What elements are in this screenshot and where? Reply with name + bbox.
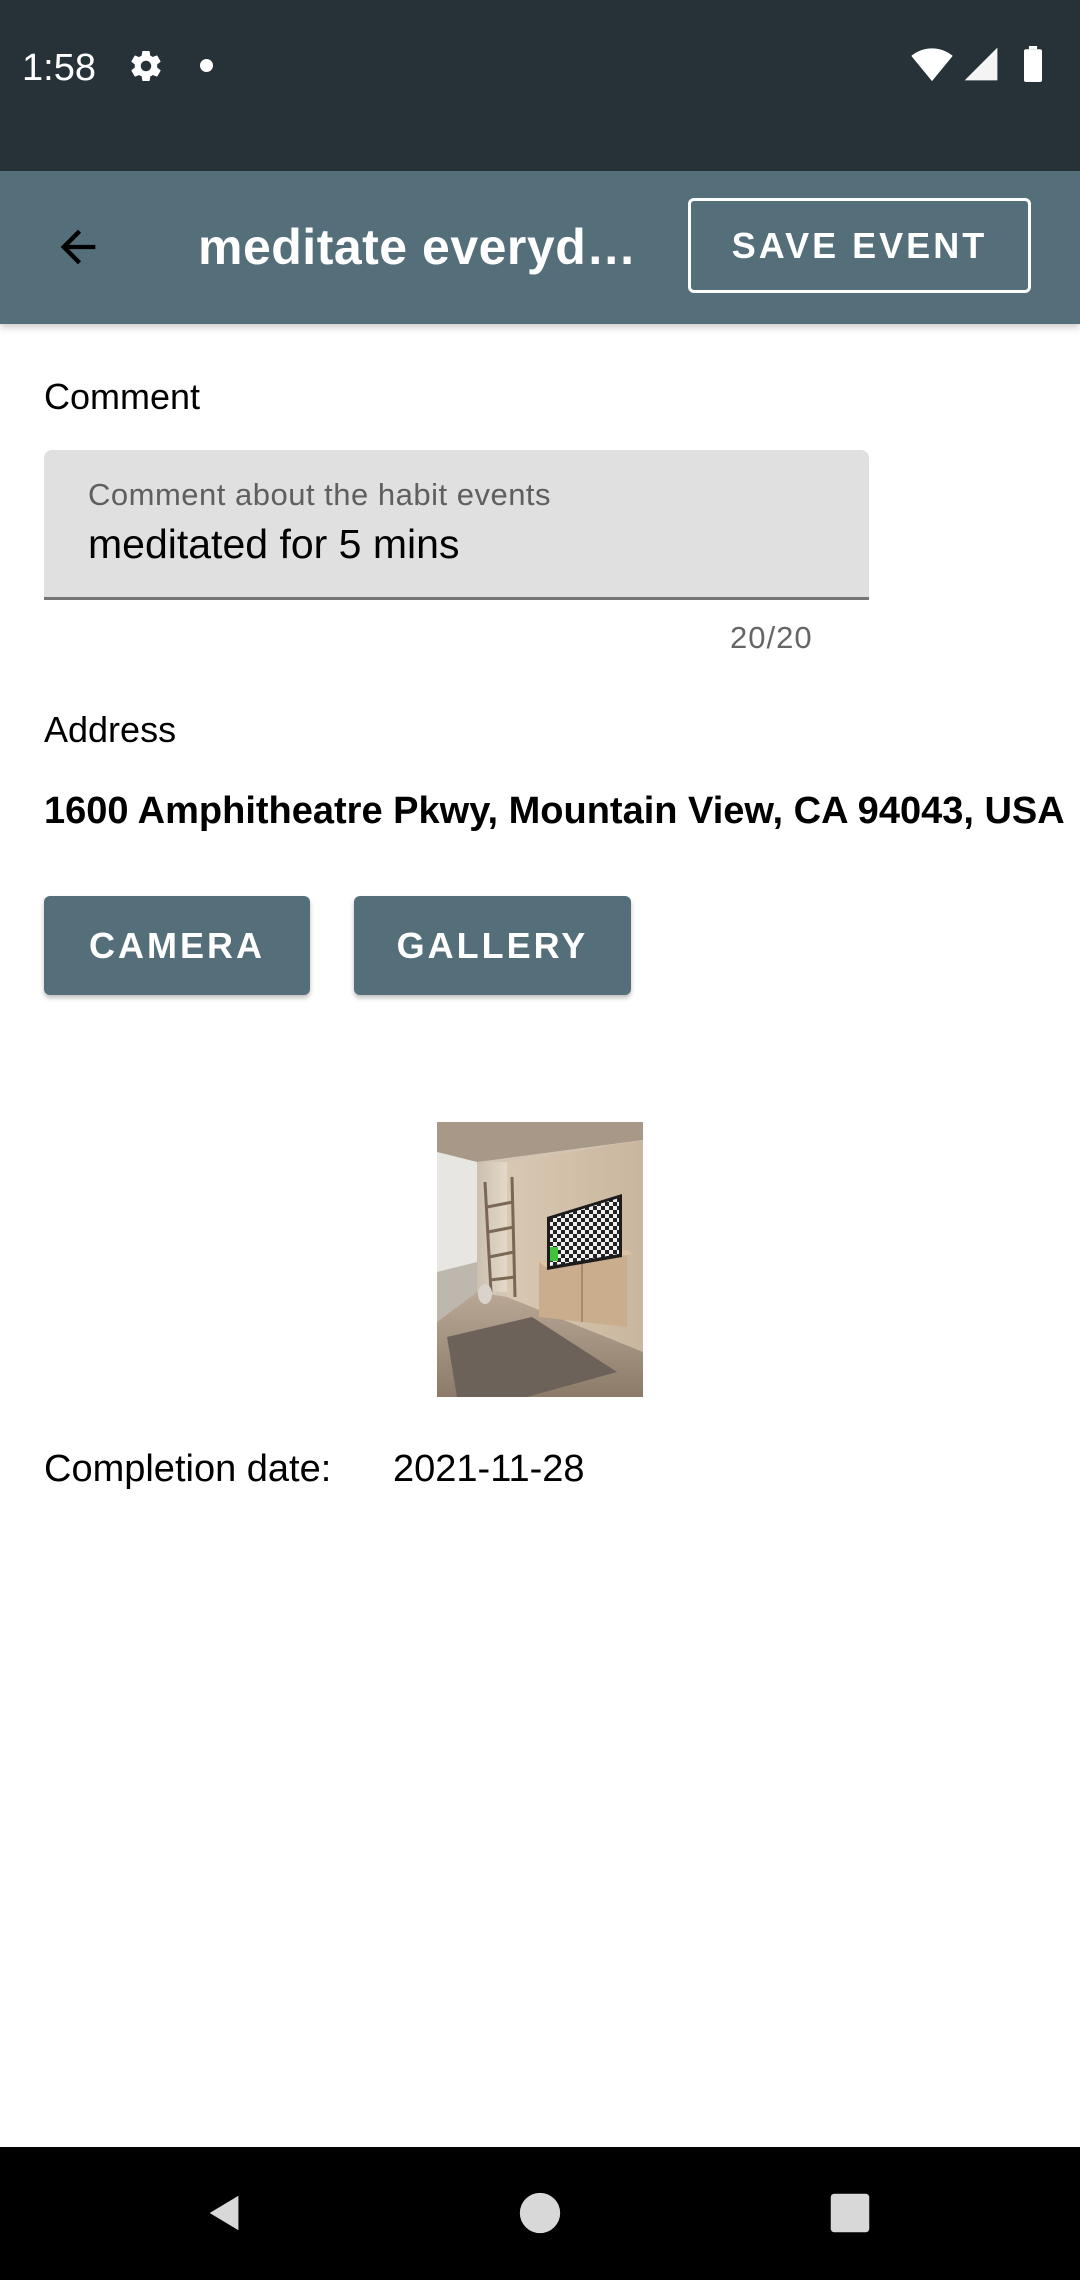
wifi-icon xyxy=(911,48,953,82)
cell-signal-icon xyxy=(964,47,998,81)
system-nav-bar xyxy=(0,2147,1080,2280)
room-photo-image xyxy=(437,1122,643,1397)
app-bar: meditate everyd… SAVE EVENT xyxy=(0,171,1080,324)
comment-label: Comment xyxy=(44,376,201,417)
character-counter: 20/20 xyxy=(730,620,813,655)
settings-gear-icon xyxy=(131,51,161,82)
completion-date-label: Completion date: xyxy=(44,1448,332,1490)
nav-recents-button[interactable] xyxy=(810,2173,890,2253)
nav-back-button[interactable] xyxy=(185,2173,265,2253)
address-label: Address xyxy=(44,709,177,750)
address-value: 1600 Amphitheatre Pkwy, Mountain View, C… xyxy=(44,790,1065,832)
save-event-button[interactable]: SAVE EVENT xyxy=(688,198,1031,293)
comment-input[interactable]: Comment about the habit events meditated… xyxy=(44,450,869,600)
comment-value: meditated for 5 mins xyxy=(88,521,460,567)
comment-hint: Comment about the habit events xyxy=(88,477,552,512)
battery-icon xyxy=(1024,46,1042,82)
status-time: 1:58 xyxy=(22,47,96,89)
gallery-button[interactable]: GALLERY xyxy=(354,896,631,995)
screen: 1:58 meditate everyd… SAVE EVENT Comment… xyxy=(0,0,1080,2280)
page-title: meditate everyd… xyxy=(198,219,637,275)
nav-home-icon xyxy=(519,2192,561,2234)
nav-home-button[interactable] xyxy=(500,2173,580,2253)
photo-thumbnail[interactable] xyxy=(437,1122,643,1397)
status-bar: 1:58 xyxy=(0,0,1080,171)
camera-button[interactable]: CAMERA xyxy=(44,896,310,995)
nav-recents-icon xyxy=(830,2193,870,2233)
nav-back-icon xyxy=(209,2195,239,2231)
completion-date-value[interactable]: 2021-11-28 xyxy=(393,1445,585,1493)
status-icons xyxy=(910,46,1060,86)
back-button[interactable] xyxy=(30,199,126,295)
notification-dot-icon xyxy=(200,59,213,72)
arrow-back-icon xyxy=(60,229,96,265)
